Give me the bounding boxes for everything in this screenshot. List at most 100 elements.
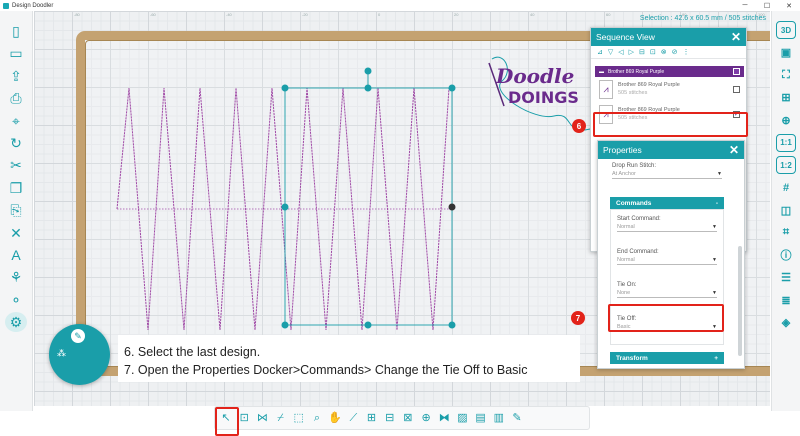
resize-handle-tr[interactable] (448, 84, 456, 92)
digitize-fab-button[interactable]: ✎ ⁂ (49, 324, 110, 385)
shapes-icon[interactable]: ⚬ (5, 290, 27, 310)
sequence-tool-icon[interactable]: ⊿ (597, 48, 603, 56)
copy-icon[interactable]: ❐ (5, 178, 27, 198)
resize-handle-bc[interactable] (364, 321, 372, 329)
export-icon[interactable]: ⇪ (5, 66, 27, 86)
stitch-tool-icon[interactable]: ⚙ (5, 312, 27, 333)
start-command-select[interactable]: Normal ▼ (617, 222, 717, 232)
sequence-tool-icon[interactable]: ⋮ (683, 48, 690, 56)
info-icon[interactable]: ⓘ (776, 246, 796, 264)
chevron-down-icon: ▼ (712, 224, 717, 230)
properties-scrollbar[interactable] (738, 246, 742, 356)
text-icon[interactable]: A (5, 245, 27, 265)
zoom-icon[interactable]: ⌕ (309, 410, 325, 426)
chevron-down-icon: ▼ (712, 290, 717, 296)
minimize-button[interactable]: ─ (734, 2, 756, 9)
sequence-tool-icon[interactable]: ⊗ (661, 48, 667, 56)
edit-icon[interactable]: ✎ (509, 410, 525, 426)
fill-icon[interactable]: ▥ (491, 410, 507, 426)
zoom-fit-icon[interactable]: ⛶ (776, 66, 796, 84)
color-group-name: Brother 869 Royal Purple (608, 68, 665, 75)
commands-group-header[interactable]: Commands - (610, 197, 724, 209)
resize-handle-mr[interactable] (448, 203, 456, 211)
tie-on-select[interactable]: None ▼ (617, 288, 717, 298)
hoop-icon[interactable]: ◫ (776, 201, 796, 219)
sequence-item-1[interactable]: ⩘ Brother 869 Royal Purple 505 stitches (595, 77, 744, 102)
color-group-header[interactable]: ▬ Brother 869 Royal Purple (595, 66, 744, 77)
window-title: Design Doodler (12, 2, 54, 9)
pen-icon: ✎ (71, 329, 85, 343)
zoom-in-icon[interactable]: ⊕ (776, 111, 796, 129)
zoom-1-1-icon[interactable]: 1:1 (776, 133, 796, 152)
new-file-icon[interactable]: ▯ (5, 21, 27, 41)
resize-handle-ml[interactable] (281, 203, 289, 211)
transform-group-header[interactable]: Transform + (610, 352, 724, 364)
paste-icon[interactable]: ⎘ (5, 200, 27, 220)
design-thumbnail: ⩘ (599, 80, 613, 99)
align-icon[interactable]: ⊞ (364, 410, 380, 426)
item-checkbox[interactable] (733, 86, 740, 93)
redo-icon[interactable]: ↻ (5, 133, 27, 153)
motif-icon[interactable]: ⚘ (5, 267, 27, 287)
title-bar: Design Doodler ─ ☐ ✕ (0, 0, 800, 11)
cut-icon[interactable]: ✂ (5, 155, 27, 175)
group-icon[interactable]: ⊠ (400, 410, 416, 426)
color-swatch[interactable] (733, 68, 740, 75)
digitize-icon[interactable]: ⌖ (5, 111, 27, 131)
chevron-down-icon: ▼ (717, 171, 722, 177)
measure-icon[interactable]: ⟋ (345, 410, 361, 426)
sequence-tool-icon[interactable]: ⊘ (672, 48, 678, 56)
collapse-icon[interactable]: - (716, 200, 718, 207)
step-7-badge: 7 (571, 311, 585, 325)
left-toolbar: ▯ ▭ ⇪ ⎙ ⌖ ↻ ✂ ❐ ⎘ ✕ A ⚘ ⚬ ⚙ (0, 11, 33, 411)
pan-hand-icon[interactable]: ✋ (327, 410, 343, 426)
sequence-view-close-button[interactable]: ✕ (731, 31, 741, 43)
image-icon[interactable]: ▨ (454, 410, 470, 426)
instruction-text-box: 6. Select the last design. 7. Open the P… (118, 335, 580, 382)
expand-icon[interactable]: + (714, 355, 718, 362)
end-command-select[interactable]: Normal ▼ (617, 255, 717, 265)
stitch-type-icon: ⁂ (57, 348, 66, 358)
grid-icon[interactable]: # (776, 179, 796, 197)
sequence-tool-icon[interactable]: ⊟ (639, 48, 645, 56)
layer-icon[interactable]: ▤ (473, 410, 489, 426)
reshape-icon[interactable]: ⋈ (254, 410, 270, 426)
resize-handle-tc[interactable] (364, 84, 372, 92)
crop-icon[interactable]: ⬚ (291, 410, 307, 426)
rotate-handle[interactable] (364, 67, 372, 75)
3d-view-icon[interactable]: 3D (776, 21, 796, 39)
delete-icon[interactable]: ✕ (5, 223, 27, 243)
logo-doings-text: DOINGS (508, 88, 579, 107)
center-icon[interactable]: ⊕ (418, 410, 434, 426)
zoom-selection-icon[interactable]: ⊞ (776, 89, 796, 107)
sequence-tool-icon[interactable]: ⊡ (650, 48, 656, 56)
open-folder-icon[interactable]: ▭ (5, 43, 27, 63)
square-view-icon[interactable]: ▣ (776, 44, 796, 62)
sequence-view-title: Sequence View (596, 32, 655, 42)
sequence-tool-icon[interactable]: ▷ (629, 48, 634, 56)
properties-panel: Properties ✕ Drop Run Stitch: At Anchor ▼… (597, 140, 745, 369)
snap-icon[interactable]: ⌗ (776, 224, 796, 242)
app-icon (3, 2, 9, 9)
mirror-icon[interactable]: ⧓ (436, 410, 452, 426)
right-toolbar: 3D ▣ ⛶ ⊞ ⊕ 1:1 1:2 # ◫ ⌗ ⓘ ☰ ≣ ◈ (771, 11, 800, 411)
sequence-view-toolbar: ⊿ ▽ ◁ ▷ ⊟ ⊡ ⊗ ⊘ ⋮ (591, 46, 746, 59)
zoom-2-1-icon[interactable]: 1:2 (776, 156, 796, 174)
print-icon[interactable]: ⎙ (5, 88, 27, 108)
item-stitch-count: 505 stitches (618, 89, 648, 96)
resize-handle-bl[interactable] (281, 321, 289, 329)
sequence-view-header: Sequence View ✕ (591, 28, 746, 46)
knife-icon[interactable]: ⌿ (273, 410, 289, 426)
drop-run-select[interactable]: At Anchor ▼ (612, 169, 722, 179)
distribute-icon[interactable]: ⊟ (382, 410, 398, 426)
properties-close-button[interactable]: ✕ (729, 144, 739, 156)
sequence-tool-icon[interactable]: ▽ (608, 48, 613, 56)
sequence-tool-icon[interactable]: ◁ (618, 48, 623, 56)
sequence-view-icon[interactable]: ☰ (776, 269, 796, 287)
resize-handle-br[interactable] (448, 321, 456, 329)
maximize-button[interactable]: ☐ (756, 2, 778, 10)
close-button[interactable]: ✕ (778, 2, 800, 10)
resize-handle-tl[interactable] (281, 84, 289, 92)
layers-icon[interactable]: ◈ (776, 314, 796, 332)
properties-icon[interactable]: ≣ (776, 291, 796, 309)
